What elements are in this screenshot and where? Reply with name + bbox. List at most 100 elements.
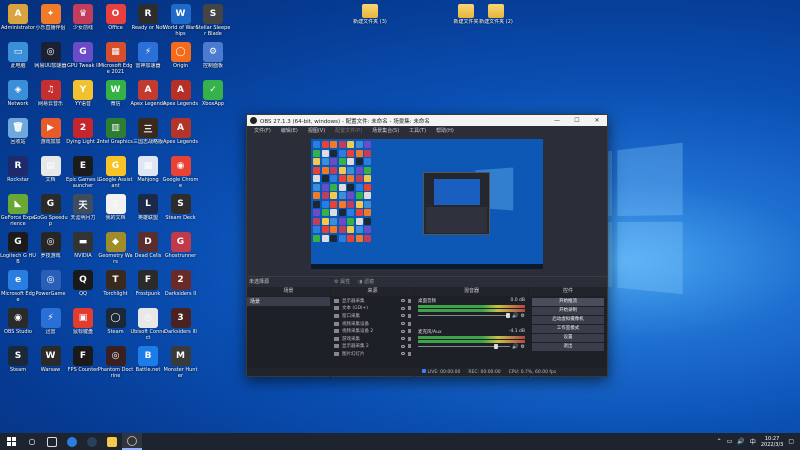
desktop-folder[interactable]: 新建文件夹 (2) — [478, 4, 514, 25]
taskbar-obs-icon[interactable] — [122, 433, 142, 450]
source-item[interactable]: 游戏采集 — [331, 335, 414, 343]
start-virtual-camera-button[interactable]: 启动虚拟摄像机 — [532, 316, 604, 324]
lock-icon[interactable] — [408, 313, 411, 318]
eye-icon[interactable] — [401, 314, 405, 318]
desktop-icon[interactable]: ▶ 游戏加加 — [33, 118, 69, 145]
lock-icon[interactable] — [408, 306, 411, 311]
desktop-icon[interactable]: L 英雄联盟 — [130, 194, 166, 221]
desktop-icon[interactable]: ◎ 罗技游戏 — [33, 232, 69, 259]
desktop-icon[interactable]: B Battle.net — [130, 346, 166, 373]
filters-button[interactable]: ◑ 滤镜 — [358, 278, 374, 285]
gear-icon[interactable]: ⚙ — [521, 344, 525, 350]
desktop-icon[interactable]: ⚡ 迅雷 — [33, 308, 69, 335]
desktop-icon[interactable]: W 微信 — [98, 80, 134, 107]
minimize-button[interactable]: — — [547, 117, 567, 124]
desktop-icon[interactable]: ▣ 鼠标键盘 — [65, 308, 101, 335]
menu-edit[interactable]: 编辑(E) — [276, 127, 303, 134]
lock-icon[interactable] — [408, 321, 411, 326]
desktop-icon[interactable]: ⚙ 控制面板 — [195, 42, 231, 69]
clock[interactable]: 10:27 2022/3/3 — [761, 436, 783, 448]
desktop-icon[interactable]: 3 Darksiders III — [163, 308, 199, 335]
source-item[interactable]: 视频采集设备 2 — [331, 327, 414, 335]
desktop-icon[interactable]: ◣ GeForce Experience — [0, 194, 36, 227]
settings-button[interactable]: 设置 — [532, 334, 604, 342]
desktop-icon[interactable]: ◈ Network — [0, 80, 36, 107]
taskbar-edge-icon[interactable] — [62, 433, 82, 450]
desktop-icon[interactable]: ✓ XboxApp — [195, 80, 231, 107]
source-item[interactable]: 文本 (GDI+) — [331, 305, 414, 313]
desktop-icon[interactable]: F Frostpunk — [130, 270, 166, 297]
desktop-icon[interactable]: A Apex Legends — [163, 118, 199, 145]
desktop-icon[interactable]: ◆ Geometry Wars — [98, 232, 134, 265]
tray-network-icon[interactable]: ▭ — [727, 438, 733, 445]
desktop-icon[interactable]: ⚡ 雷神加速器 — [130, 42, 166, 69]
obs-preview[interactable] — [311, 139, 543, 269]
desktop-icon[interactable]: ▬ NVIDIA — [65, 232, 101, 259]
desktop-icon[interactable]: ▯ 我的文档 — [98, 194, 134, 221]
desktop-icon[interactable]: Q QQ — [65, 270, 101, 297]
menu-file[interactable]: 文件(F) — [249, 127, 276, 134]
desktop-icon[interactable]: W World of Warships — [163, 4, 199, 37]
desktop-icon[interactable]: Y YY语音 — [65, 80, 101, 107]
desktop-icon[interactable]: e Microsoft Edge — [0, 270, 36, 303]
obs-window[interactable]: OBS 27.1.3 (64-bit, windows) - 配置文件: 未命名… — [246, 114, 608, 377]
tray-volume-icon[interactable]: 🔊 — [737, 438, 744, 445]
start-recording-button[interactable]: 开始录制 — [532, 307, 604, 315]
desktop-icon[interactable]: S Stellar Sleeper Blade — [195, 4, 231, 37]
menu-view[interactable]: 视图(V) — [303, 127, 330, 134]
eye-icon[interactable] — [401, 337, 405, 341]
desktop-icon[interactable]: ▥ Intel Graphics — [98, 118, 134, 145]
desktop-icon[interactable]: D Dead Cells — [130, 232, 166, 259]
desktop-icon[interactable]: W Warsaw — [33, 346, 69, 373]
desktop-icon[interactable]: 2 Dying Light 2 — [65, 118, 101, 145]
desktop-icon[interactable]: ◎ PowerGame — [33, 270, 69, 297]
eye-icon[interactable] — [401, 344, 405, 348]
speaker-icon[interactable]: 🔊 — [512, 344, 518, 350]
eye-icon[interactable] — [401, 352, 405, 356]
lock-icon[interactable] — [408, 351, 411, 356]
lock-icon[interactable] — [408, 298, 411, 303]
desktop-icon[interactable]: E Epic Games Launcher — [65, 156, 101, 189]
desktop-icon[interactable]: M Monster Hunter — [163, 346, 199, 379]
desktop-icon[interactable]: ▤ 文档 — [33, 156, 69, 183]
desktop-icon[interactable]: ◎ 网易UU加速器 — [33, 42, 69, 69]
desktop-icon[interactable]: S Steam Deck — [163, 194, 199, 221]
desktop-icon[interactable]: S Steam — [0, 346, 36, 373]
ime-indicator[interactable]: 中 — [750, 437, 756, 446]
obs-titlebar[interactable]: OBS 27.1.3 (64-bit, windows) - 配置文件: 未命名… — [247, 115, 607, 126]
exit-button[interactable]: 退出 — [532, 343, 604, 351]
desktop-icon[interactable]: ◎ Phantom Doctrine — [98, 346, 134, 379]
lock-icon[interactable] — [408, 329, 411, 334]
tray-chevron-up-icon[interactable]: ⌃ — [717, 438, 722, 445]
lock-icon[interactable] — [408, 344, 411, 349]
source-item[interactable]: 图片幻灯片 — [331, 350, 414, 358]
desktop-icon[interactable]: G GoGo Speedup — [33, 194, 69, 227]
desktop-icon[interactable]: ◉ OBS Studio — [0, 308, 36, 335]
taskbar-steam-icon[interactable] — [82, 433, 102, 450]
eye-icon[interactable] — [401, 299, 405, 303]
lock-icon[interactable] — [408, 336, 411, 341]
desktop-icon[interactable]: G Logitech G HUB — [0, 232, 36, 265]
eye-icon[interactable] — [401, 329, 405, 333]
desktop-icon[interactable]: ♛ 少女前线 — [65, 4, 101, 31]
desktop-icon[interactable]: 三三国志战略版 — [130, 118, 166, 145]
desktop-icon[interactable]: A Apex Legends — [163, 80, 199, 107]
maximize-button[interactable]: ☐ — [567, 117, 587, 124]
source-item[interactable]: 显示器采集 — [331, 297, 414, 305]
menu-profile[interactable]: 配置文件(P) — [330, 127, 367, 134]
eye-icon[interactable] — [401, 322, 405, 326]
desktop-icon[interactable]: ▦ Microsoft Edge 2021 — [98, 42, 134, 75]
desktop-icon[interactable]: ◯ Steam — [98, 308, 134, 335]
desktop-icon[interactable]: R Ready or Not — [130, 4, 166, 31]
desktop-icon[interactable]: ♫ 网易云音乐 — [33, 80, 69, 107]
menu-scene-collection[interactable]: 场景集合(S) — [367, 127, 404, 134]
desktop-icon[interactable]: O Office — [98, 4, 134, 31]
desktop-icon[interactable]: ▦ Mahjong — [130, 156, 166, 183]
desktop-icon[interactable]: 天天涯明月刀 — [65, 194, 101, 221]
start-streaming-button[interactable]: 开始推流 — [532, 298, 604, 306]
desktop-icon[interactable]: A Apex Legends — [130, 80, 166, 107]
properties-button[interactable]: ⚙ 属性 — [334, 278, 350, 285]
source-item[interactable]: 显示器采集 2 — [331, 343, 414, 351]
scene-item[interactable]: 场景 — [247, 297, 330, 306]
start-button[interactable] — [0, 433, 22, 450]
